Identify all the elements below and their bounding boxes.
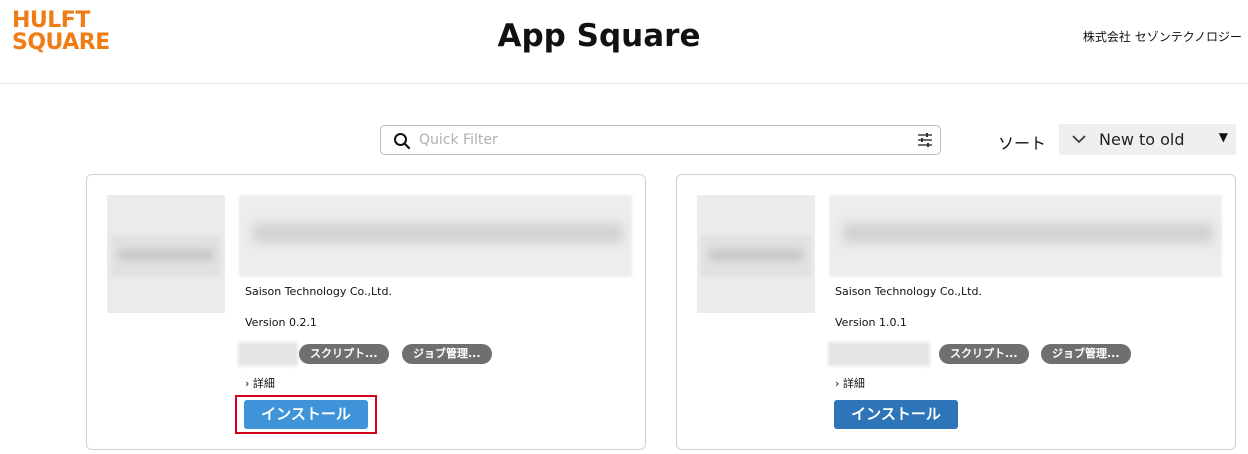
chevron-right-icon: › [245,377,250,390]
chevron-right-icon: › [835,377,840,390]
install-button[interactable]: インストール [244,400,368,429]
sort-select[interactable]: New to old ▼ [1059,124,1236,155]
company-name: 株式会社 セゾンテクノロジー [1082,30,1242,44]
app-version: Version 1.0.1 [835,316,907,329]
search-icon [394,133,411,150]
app-title-redacted [239,195,632,277]
app-card: Saison Technology Co.,Ltd. Version 0.2.1… [86,174,646,450]
filter-settings-icon[interactable] [917,132,933,148]
tag-redacted [828,342,930,366]
dropdown-caret-icon: ▼ [1218,130,1228,144]
install-button[interactable]: インストール [834,400,958,429]
sort-label: ソート [998,134,1047,153]
app-card: Saison Technology Co.,Ltd. Version 1.0.1… [676,174,1236,450]
tag-script: スクリプト... [299,344,389,364]
quick-filter-input[interactable] [419,128,899,152]
details-label: 詳細 [252,377,275,390]
app-thumbnail [107,195,225,313]
app-version: Version 0.2.1 [245,316,317,329]
app-publisher: Saison Technology Co.,Ltd. [245,285,392,298]
tag-redacted [238,342,298,366]
app-title-redacted [829,195,1222,277]
quick-filter-bar [380,125,941,155]
tag-script: スクリプト... [939,344,1029,364]
sort-selected-value: New to old [1099,130,1185,149]
details-link[interactable]: › 詳細 [835,375,865,391]
app-thumbnail [697,195,815,313]
page-title: App Square [497,18,701,54]
details-label: 詳細 [842,377,865,390]
details-link[interactable]: › 詳細 [245,375,275,391]
tag-job-management: ジョブ管理... [1041,344,1131,364]
tag-job-management: ジョブ管理... [402,344,492,364]
chevron-down-icon [1072,135,1086,144]
app-publisher: Saison Technology Co.,Ltd. [835,285,982,298]
header: HULFT SQUARE App Square 株式会社 セゾンテクノロジー [0,0,1248,84]
